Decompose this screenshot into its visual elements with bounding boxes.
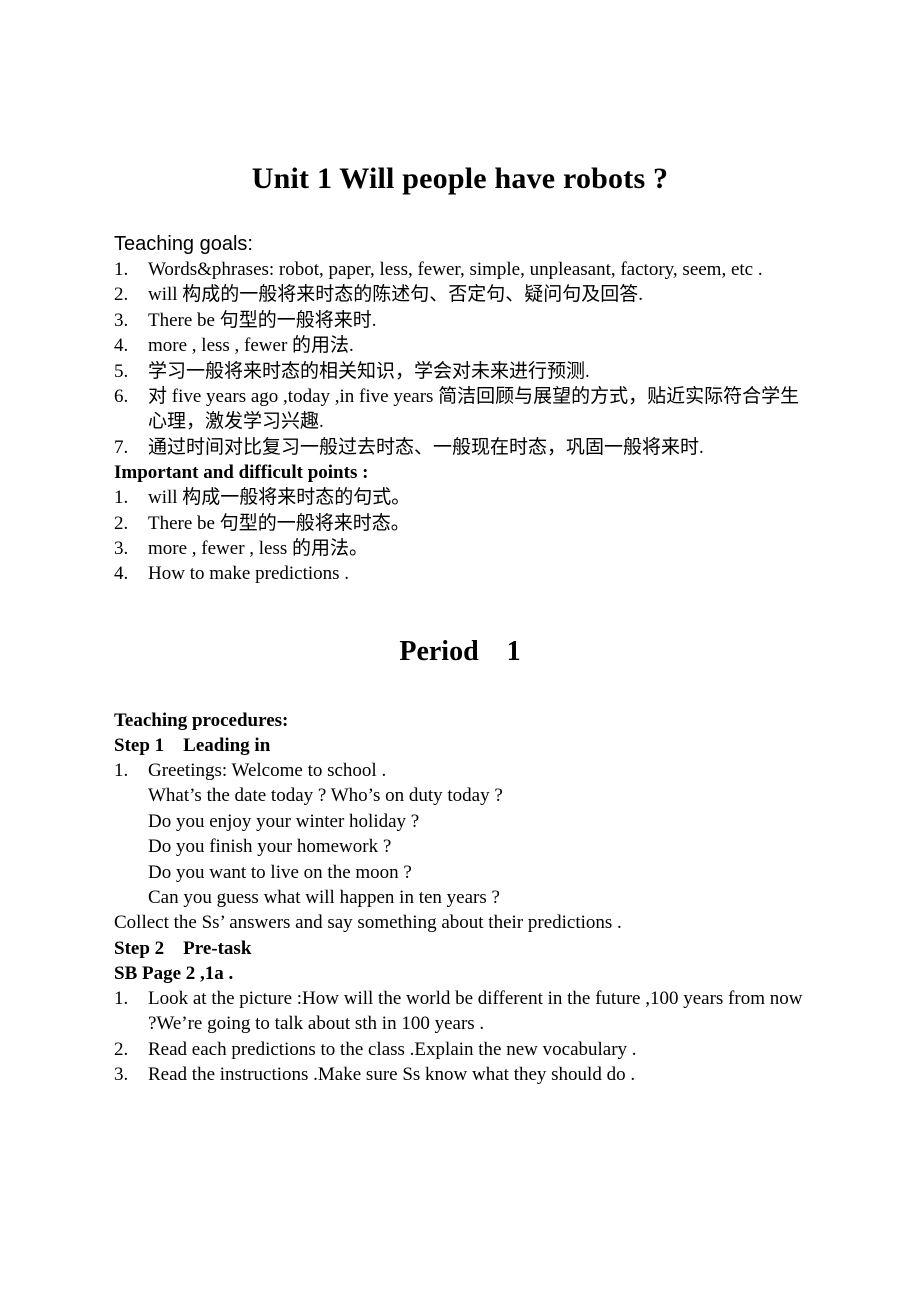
list-item-text: will 构成一般将来时态的句式。 [148,487,411,509]
list-marker: 2. [114,1038,129,1060]
step-2-label: Step 2 Pre-task [114,937,252,959]
list-marker: 1. [114,487,129,509]
list-item: 2. will 构成的一般将来时态的陈述句、否定句、疑问句及回答. [114,282,806,307]
list-item: 1. Words&phrases: robot, paper, less, fe… [114,257,806,282]
list-marker: 2. [114,284,129,306]
list-item-text: 通过时间对比复习一般过去时态、一般现在时态，巩固一般将来时. [148,436,704,458]
list-item: 1. Greetings: Welcome to school . [114,758,806,783]
important-points-heading: Important and difficult points : [114,462,369,484]
teaching-goals-list: 1. Words&phrases: robot, paper, less, fe… [114,257,806,460]
list-marker: 1. [114,759,129,781]
list-item: 4. more , less , fewer 的用法. [114,333,806,358]
list-item: What’s the date today ? Who’s on duty to… [148,785,503,807]
list-marker: 3. [114,1063,129,1085]
list-item-text: 对 five years ago ,today ,in five years 简… [148,386,800,433]
list-item-text: Read each predictions to the class .Expl… [148,1038,637,1060]
list-item: Do you finish your homework ? [148,836,392,858]
period-heading: Period 1 [399,635,521,667]
list-marker: 2. [114,512,129,534]
list-marker: 3. [114,309,129,331]
list-marker: 1. [114,987,129,1009]
list-item: 4. How to make predictions . [114,561,806,586]
list-marker: 4. [114,335,129,357]
page-title: Unit 1 Will people have robots ? [251,162,669,195]
list-marker: 5. [114,360,129,382]
step-1-greeting-questions: What’s the date today ? Who’s on duty to… [114,783,806,910]
list-item-text: How to make predictions . [148,563,350,585]
sb-page-label: SB Page 2 ,1a . [114,962,234,984]
list-item: 7. 通过时间对比复习一般过去时态、一般现在时态，巩固一般将来时. [114,435,806,460]
document-page: Unit 1 Will people have robots ? Teachin… [0,0,920,1302]
list-marker: 6. [114,386,129,408]
list-marker: 4. [114,563,129,585]
collect-answers-line: Collect the Ss’ answers and say somethin… [114,912,622,934]
step-1-list: 1. Greetings: Welcome to school . [114,758,806,783]
teaching-procedures-heading: Teaching procedures: [114,709,289,731]
list-item: Do you enjoy your winter holiday ? [148,810,420,832]
list-item: 6. 对 five years ago ,today ,in five year… [114,384,806,435]
list-item: 3. There be 句型的一般将来时. [114,308,806,333]
list-item-text: There be 句型的一般将来时态。 [148,512,410,534]
list-marker: 1. [114,259,129,280]
list-item-text: Greetings: Welcome to school . [148,759,387,781]
list-marker: 7. [114,436,129,458]
step-2-list: 1. Look at the picture :How will the wor… [114,986,806,1088]
teaching-goals-heading: Teaching goals: [114,233,253,255]
list-item: 3. more , fewer , less 的用法。 [114,536,806,561]
list-item: 3. Read the instructions .Make sure Ss k… [114,1062,806,1087]
list-item-text: 学习一般将来时态的相关知识，学会对未来进行预测. [148,360,590,382]
list-item-text: more , fewer , less 的用法。 [148,538,369,560]
list-item-text: Read the instructions .Make sure Ss know… [148,1063,636,1085]
list-item: 2. Read each predictions to the class .E… [114,1037,806,1062]
list-item-text: There be 句型的一般将来时. [148,309,377,331]
list-item: 2. There be 句型的一般将来时态。 [114,511,806,536]
important-points-list: 1. will 构成一般将来时态的句式。 2. There be 句型的一般将来… [114,485,806,587]
list-marker: 3. [114,538,129,560]
list-item-text: will 构成的一般将来时态的陈述句、否定句、疑问句及回答. [148,284,644,306]
list-item: 5. 学习一般将来时态的相关知识，学会对未来进行预测. [114,359,806,384]
list-item-text: Words&phrases: robot, paper, less, fewer… [148,259,763,280]
list-item: 1. will 构成一般将来时态的句式。 [114,485,806,510]
list-item-text: Look at the picture :How will the world … [148,987,803,1035]
step-1-label: Step 1 Leading in [114,734,271,756]
list-item-text: more , less , fewer 的用法. [148,335,354,357]
list-item: Can you guess what will happen in ten ye… [148,886,500,908]
list-item: 1. Look at the picture :How will the wor… [114,986,806,1037]
list-item: Do you want to live on the moon ? [148,861,412,883]
